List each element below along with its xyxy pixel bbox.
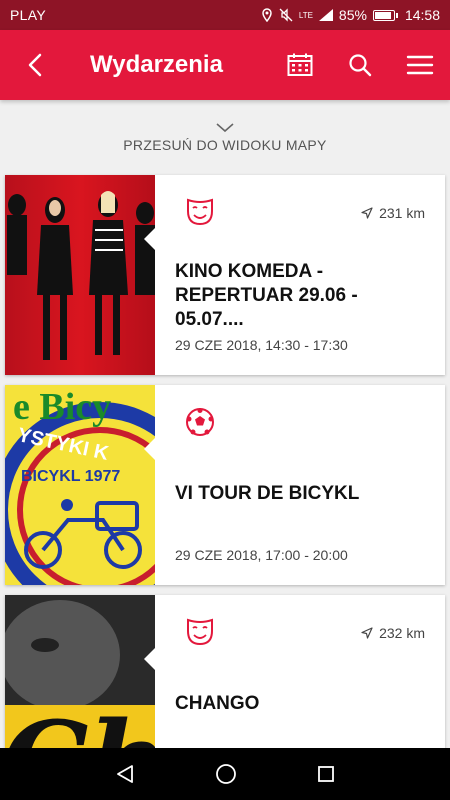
chevron-left-icon — [28, 53, 42, 77]
theater-mask-icon — [187, 618, 213, 646]
mute-icon — [279, 8, 293, 22]
system-nav-bar — [0, 748, 450, 800]
clock: 14:58 — [404, 7, 440, 23]
soccer-ball-icon — [186, 408, 214, 436]
battery-percent: 85% — [338, 7, 367, 23]
theater-mask-icon — [187, 198, 213, 226]
logo-text-top: e Bicy — [13, 386, 111, 428]
nav-back-icon[interactable] — [115, 764, 135, 784]
event-distance: 232 km — [361, 625, 425, 641]
club-logo-image: e Bicy YSTYKI K BICYKL 1977 — [5, 386, 155, 585]
event-distance-value: 231 km — [379, 205, 425, 221]
event-title: CHANGO — [175, 693, 260, 714]
menu-button[interactable] — [390, 30, 450, 100]
signal-icon — [318, 9, 333, 21]
map-view-hint[interactable]: PRZESUŃ DO WIDOKU MAPY — [0, 100, 450, 175]
event-title: VI TOUR DE BICYKL — [175, 483, 360, 504]
search-icon — [349, 54, 372, 77]
event-card[interactable]: 231 km KINO KOMEDA - REPERTUAR 29.06 - 0… — [5, 175, 445, 375]
event-date: 29 CZE 2018, 17:00 - 20:00 — [175, 547, 348, 563]
event-info: VI TOUR DE BICYKL 29 CZE 2018, 17:00 - 2… — [155, 385, 445, 585]
page-title: Wydarzenia — [90, 51, 223, 78]
location-icon — [262, 8, 272, 22]
search-button[interactable] — [330, 30, 390, 100]
logo-text-club: BICYKL 1977 — [21, 468, 120, 485]
map-view-hint-label: PRZESUŃ DO WIDOKU MAPY — [123, 136, 327, 153]
event-info: 231 km KINO KOMEDA - REPERTUAR 29.06 - 0… — [155, 175, 445, 375]
carrier-label: PLAY — [10, 7, 46, 23]
event-title: KINO KOMEDA - REPERTUAR 29.06 - 05.07...… — [175, 261, 358, 330]
movie-poster-image — [7, 191, 155, 360]
hamburger-menu-icon — [406, 55, 434, 75]
event-distance-value: 232 km — [379, 625, 425, 641]
navigation-arrow-icon — [361, 207, 373, 219]
nav-recents-icon[interactable] — [317, 765, 335, 783]
event-thumbnail — [5, 175, 155, 375]
calendar-icon — [287, 53, 313, 76]
app-bar: Wydarzenia — [0, 30, 450, 100]
navigation-arrow-icon — [361, 627, 373, 639]
event-thumbnail: e Bicy YSTYKI K BICYKL 1977 — [5, 385, 155, 585]
network-label: LTE — [298, 10, 313, 20]
battery-icon — [372, 9, 398, 21]
event-date: 29 CZE 2018, 14:30 - 17:30 — [175, 337, 348, 353]
back-button[interactable] — [0, 30, 70, 100]
nav-home-icon[interactable] — [215, 763, 237, 785]
calendar-button[interactable] — [270, 30, 330, 100]
status-bar: PLAY LTE 85% 14:58 — [0, 0, 450, 30]
chevron-down-icon — [216, 122, 234, 132]
event-card[interactable]: e Bicy YSTYKI K BICYKL 1977 VI TOUR DE B… — [5, 385, 445, 585]
event-distance: 231 km — [361, 205, 425, 221]
